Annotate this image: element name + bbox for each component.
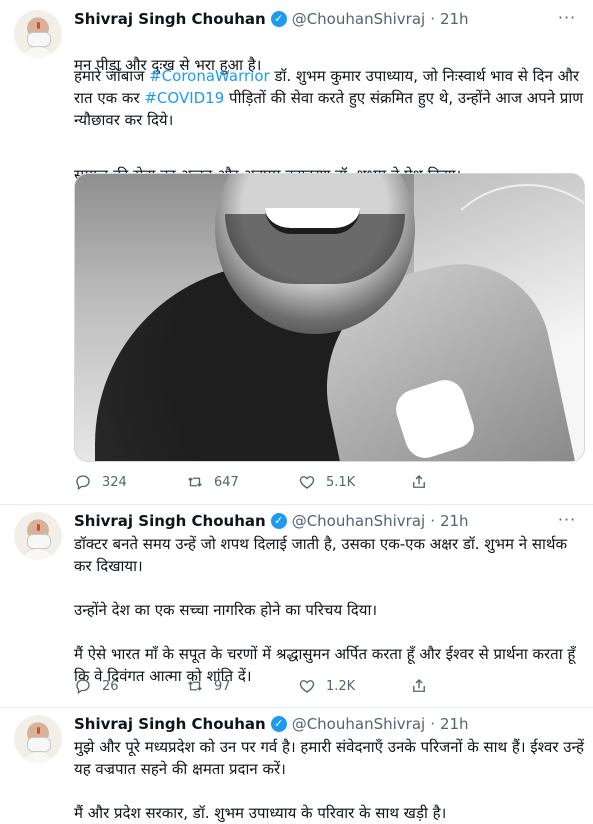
like-count: 1.2K xyxy=(326,678,356,694)
verified-badge-icon: ✓ xyxy=(270,716,287,732)
timestamp[interactable]: 21h xyxy=(440,10,469,28)
hashtag-link[interactable]: #CoronaWarrior xyxy=(149,67,270,85)
verified-badge-icon: ✓ xyxy=(270,11,287,27)
reply-icon xyxy=(76,679,90,695)
author-name[interactable]: Shivraj Singh Chouhan xyxy=(74,512,266,530)
share-icon xyxy=(413,475,425,488)
share-button[interactable] xyxy=(410,472,522,492)
avatar-shirt xyxy=(21,46,55,58)
reply-count: 26 xyxy=(102,678,119,694)
reply-icon xyxy=(76,475,90,491)
reply-button[interactable]: 26 xyxy=(74,676,186,696)
share-button[interactable] xyxy=(410,676,522,696)
author-name[interactable]: Shivraj Singh Chouhan xyxy=(74,715,266,733)
avatar-mask xyxy=(27,534,51,549)
text-part: हमारे जाँबाज xyxy=(74,67,150,85)
avatar-tilak xyxy=(37,22,40,29)
author-handle[interactable]: @ChouhanShivraj xyxy=(292,10,425,28)
tweet-header: Shivraj Singh Chouhan ✓ @ChouhanShivraj … xyxy=(74,713,469,735)
tweet-actions: 26 97 1.2K xyxy=(74,676,524,696)
tweet-header: Shivraj Singh Chouhan ✓ @ChouhanShivraj … xyxy=(74,510,469,532)
more-icon[interactable]: ··· xyxy=(557,10,577,32)
separator-dot: · xyxy=(430,10,435,28)
tweet-divider xyxy=(0,504,593,505)
retweet-icon xyxy=(188,681,202,691)
separator-dot: · xyxy=(430,512,435,530)
heart-icon xyxy=(299,680,315,693)
avatar[interactable] xyxy=(14,10,62,58)
author-name[interactable]: Shivraj Singh Chouhan xyxy=(74,10,266,28)
heart-icon xyxy=(299,476,315,489)
like-button[interactable]: 5.1K xyxy=(298,472,410,492)
avatar-tilak xyxy=(37,524,40,531)
retweet-count: 647 xyxy=(214,474,239,490)
timestamp[interactable]: 21h xyxy=(440,512,469,530)
like-count: 5.1K xyxy=(326,474,356,490)
avatar[interactable] xyxy=(14,512,62,560)
author-handle[interactable]: @ChouhanShivraj xyxy=(292,715,425,733)
timestamp[interactable]: 21h xyxy=(440,715,469,733)
tweet-text: मुझे और पूरे मध्यप्रदेश को उन पर गर्व है… xyxy=(74,738,584,822)
avatar-mask xyxy=(27,737,51,752)
reply-count: 324 xyxy=(102,474,127,490)
tweet-paragraph-2: हमारे जाँबाज #CoronaWarrior डॉ. शुभम कुम… xyxy=(74,65,584,131)
photo-smile xyxy=(265,208,360,234)
author-handle[interactable]: @ChouhanShivraj xyxy=(292,512,425,530)
tweet-text: डॉक्टर बनते समय उन्हें जो शपथ दिलाई जाती… xyxy=(74,535,576,685)
tweet-header: Shivraj Singh Chouhan ✓ @ChouhanShivraj … xyxy=(74,8,469,30)
tweet-photo[interactable] xyxy=(74,173,585,462)
more-icon[interactable]: ··· xyxy=(557,512,577,534)
separator-dot: · xyxy=(430,715,435,733)
retweet-button[interactable]: 647 xyxy=(186,472,298,492)
avatar-mask xyxy=(27,32,51,47)
like-button[interactable]: 1.2K xyxy=(298,676,410,696)
avatar-shirt xyxy=(21,751,55,763)
avatar-tilak xyxy=(37,727,40,734)
reply-button[interactable]: 324 xyxy=(74,472,186,492)
avatar-shirt xyxy=(21,548,55,560)
avatar[interactable] xyxy=(14,715,62,763)
tweet-actions: 324 647 5.1K xyxy=(74,472,524,492)
hashtag-link[interactable]: #COVID19 xyxy=(144,89,224,107)
retweet-icon xyxy=(188,477,202,487)
tweet-divider xyxy=(0,707,593,708)
retweet-button[interactable]: 97 xyxy=(186,676,298,696)
share-icon xyxy=(413,679,425,692)
verified-badge-icon: ✓ xyxy=(270,513,287,529)
retweet-count: 97 xyxy=(214,678,231,694)
